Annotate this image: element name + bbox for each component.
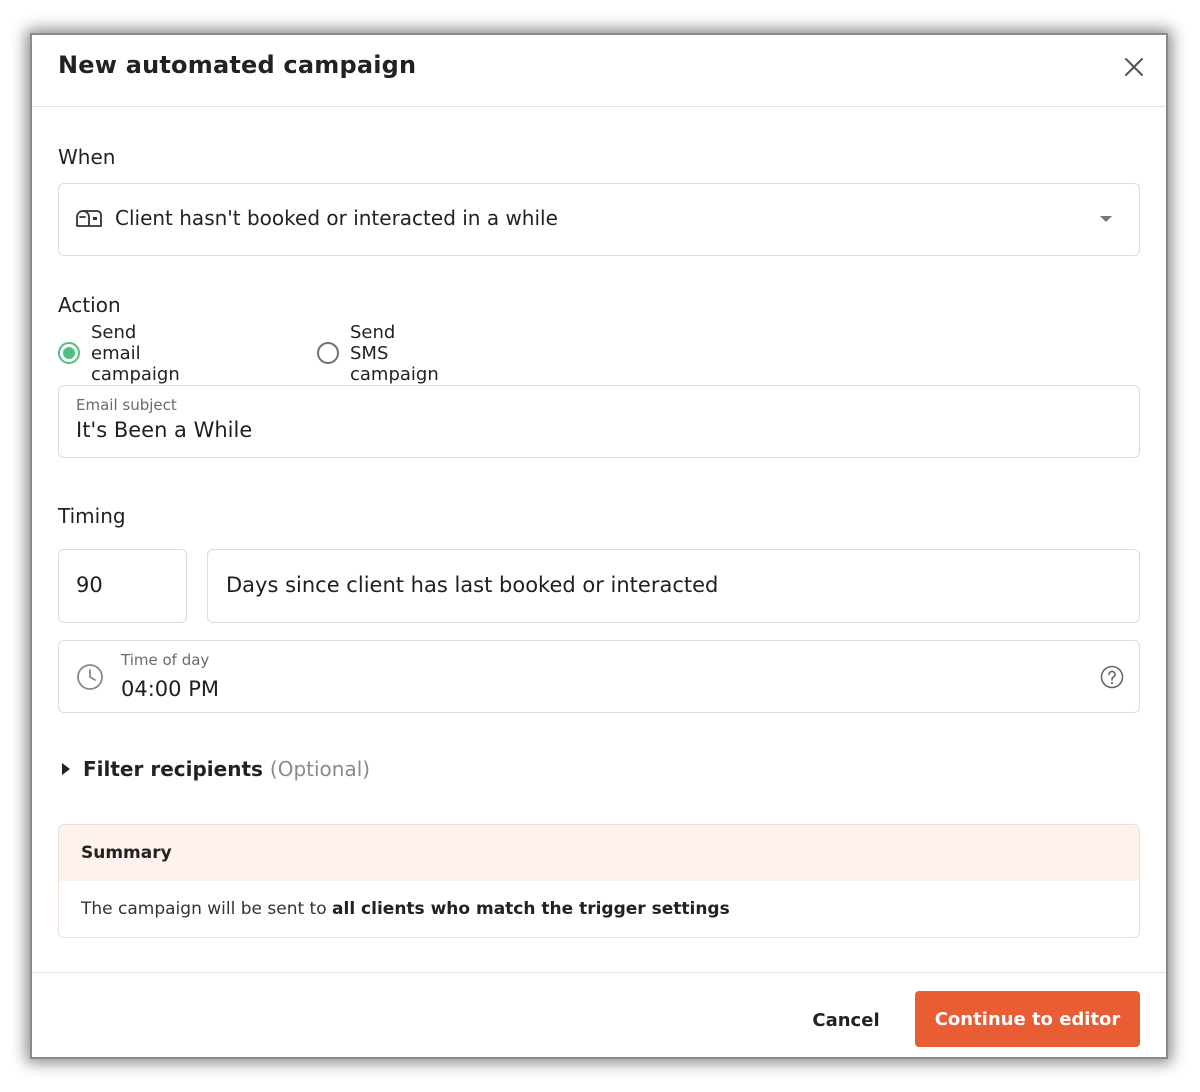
help-icon[interactable] bbox=[1099, 664, 1125, 690]
close-button[interactable] bbox=[1120, 53, 1148, 81]
trigger-select[interactable]: Client hasn't booked or interacted in a … bbox=[58, 183, 1140, 256]
days-description: Days since client has last booked or int… bbox=[226, 573, 719, 597]
email-campaign-radio[interactable]: Send email campaign bbox=[58, 322, 180, 385]
modal-header: New automated campaign bbox=[32, 35, 1166, 107]
email-subject-caption: Email subject bbox=[76, 396, 177, 414]
days-description-field[interactable]: Days since client has last booked or int… bbox=[207, 549, 1140, 623]
timing-label: Timing bbox=[58, 504, 126, 528]
summary-text-bold: all clients who match the trigger settin… bbox=[332, 899, 730, 919]
summary-text-prefix: The campaign will be sent to bbox=[81, 899, 333, 919]
modal-title: New automated campaign bbox=[58, 51, 417, 79]
email-campaign-label: Send email campaign bbox=[91, 321, 180, 385]
summary-header: Summary bbox=[59, 825, 1139, 881]
radio-checked-indicator bbox=[58, 342, 80, 364]
clock-icon bbox=[77, 664, 103, 690]
filter-recipients-label: Filter recipients bbox=[83, 757, 263, 781]
caret-right-icon bbox=[62, 763, 70, 775]
close-icon bbox=[1125, 58, 1143, 76]
modal-footer: Cancel Continue to editor bbox=[32, 972, 1166, 1057]
summary-title: Summary bbox=[81, 843, 172, 863]
chevron-down-icon bbox=[1100, 216, 1112, 222]
sms-campaign-label: Send SMS campaign bbox=[350, 321, 439, 385]
campaign-modal: New automated campaign When Client hasn'… bbox=[32, 35, 1166, 1057]
time-of-day-caption: Time of day bbox=[121, 651, 210, 669]
cancel-button[interactable]: Cancel bbox=[796, 993, 896, 1047]
days-input[interactable]: 90 bbox=[58, 549, 187, 623]
mailbox-icon bbox=[76, 210, 102, 227]
summary-text: The campaign will be sent to all clients… bbox=[81, 899, 730, 919]
time-of-day-value: 04:00 PM bbox=[121, 677, 219, 701]
radio-unchecked-indicator bbox=[317, 342, 339, 364]
when-label: When bbox=[58, 145, 116, 169]
continue-to-editor-button[interactable]: Continue to editor bbox=[915, 991, 1140, 1047]
summary-box: Summary The campaign will be sent to all… bbox=[58, 824, 1140, 938]
email-subject-field[interactable]: Email subject It's Been a While bbox=[58, 385, 1140, 458]
action-label: Action bbox=[58, 293, 121, 317]
trigger-select-value: Client hasn't booked or interacted in a … bbox=[115, 206, 558, 230]
email-subject-value: It's Been a While bbox=[76, 418, 253, 442]
time-of-day-field[interactable]: Time of day 04:00 PM bbox=[58, 640, 1140, 713]
filter-recipients-toggle[interactable]: Filter recipients (Optional) bbox=[58, 755, 370, 783]
days-value: 90 bbox=[76, 573, 103, 597]
filter-optional-hint: (Optional) bbox=[269, 757, 371, 781]
sms-campaign-radio[interactable]: Send SMS campaign bbox=[317, 322, 439, 385]
